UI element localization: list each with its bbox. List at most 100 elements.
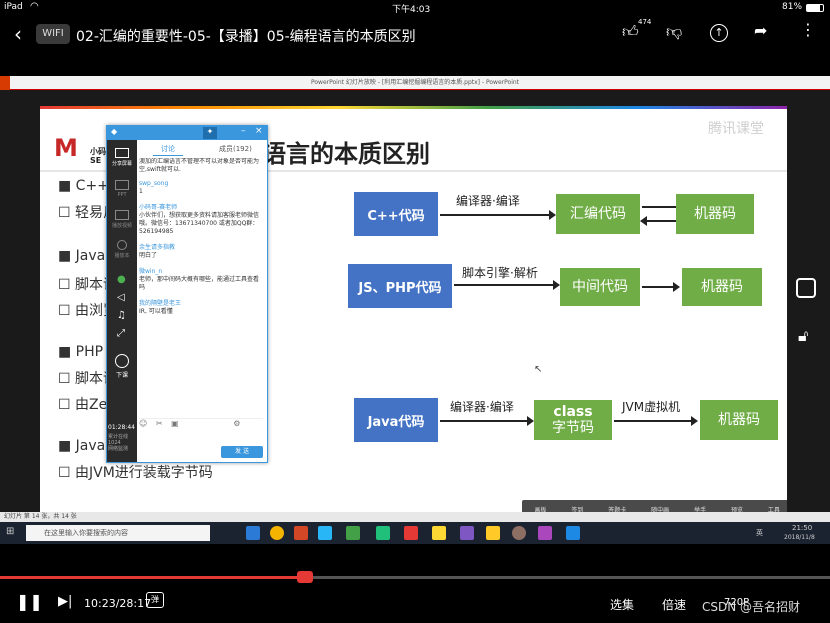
scissors-icon[interactable]: ✂ <box>156 419 163 428</box>
row2-step-label: 脚本引擎·解析 <box>462 266 538 280</box>
video-header: ‹ WIFI 02-汇编的重要性-05-【录播】05-编程语言的本质区别 👍︎ … <box>0 16 830 52</box>
chat-input-toolbar: ☺ ✂ ▣ ⚙ <box>139 418 263 430</box>
ppt-statusbar: 幻灯片 第 14 张，共 14 张 <box>0 512 830 522</box>
broadcast-icon[interactable] <box>117 240 127 250</box>
back-arrow-icon[interactable]: ‹ <box>14 22 22 46</box>
logo-subtext: SE <box>90 156 102 165</box>
message-author: 小码哥-赛老师 <box>139 204 178 211</box>
ppt-window-titlebar: PowerPoint 幻灯片放映 - [利用汇编挖掘编程语言的本质.pptx] … <box>0 76 830 90</box>
play-video-label: 播放视频 <box>111 223 132 229</box>
upload-icon[interactable]: ↑ <box>710 24 728 42</box>
row3-step-label: 编译器·编译 <box>450 400 514 414</box>
online-stats: 累计在线 1024 网络监测 <box>108 434 129 452</box>
ime-indicator[interactable]: 英 <box>756 528 763 538</box>
chat-titlebar: ◆ ✦ – × <box>107 126 267 140</box>
share-icon[interactable]: ➦ <box>754 21 767 40</box>
share-screen-icon[interactable] <box>115 148 129 158</box>
settings-gear-icon[interactable]: ⚙ <box>233 419 240 428</box>
tab-indicator <box>153 155 183 156</box>
bullet-java: ■ Java <box>58 438 106 454</box>
windows-start-icon[interactable]: ⊞ <box>6 526 14 537</box>
battery-percent: 81% <box>782 2 803 12</box>
wifi-icon: ◠ <box>30 1 39 12</box>
message-author: 余生请多指教 <box>139 244 176 251</box>
microphone-icon[interactable]: ● <box>117 274 126 285</box>
red-app-icon[interactable] <box>404 526 418 540</box>
message-text: 澳加的汇编语言不管理不可以对象是否可能为空,swift就可以. <box>139 158 260 173</box>
vscode-icon[interactable] <box>566 526 580 540</box>
taskbar-app-icon[interactable] <box>246 526 260 540</box>
visual-studio-icon[interactable] <box>460 526 474 540</box>
chat-message: 小码哥-赛老师 小伙伴们，想获取更多资料请加客服老师微信哦。微信号：136713… <box>139 204 263 236</box>
pause-icon[interactable]: ❚❚ <box>16 592 43 611</box>
video-title: 02-汇编的重要性-05-【录播】05-编程语言的本质区别 <box>76 29 416 45</box>
powerpoint-icon[interactable] <box>294 526 308 540</box>
emoji-icon[interactable]: ☺ <box>139 419 147 428</box>
send-button[interactable]: 发 送 <box>221 446 263 458</box>
chat-app-icon: ◆ <box>111 127 118 136</box>
play-video-icon[interactable] <box>115 210 129 220</box>
chat-message: 微win_n 老师，那中间码大概有哪些，能通过工具查看吗 <box>139 268 263 292</box>
chat-tabs: 讨论 成员(192) <box>137 140 267 156</box>
more-menu-icon[interactable]: ⋮ <box>800 20 816 39</box>
fullscreen-icon[interactable]: ⤢ <box>117 328 125 339</box>
message-text: IR, 可以看懂 <box>139 308 173 315</box>
row1-machine-code-box: 机器码 <box>676 194 754 234</box>
progress-knob[interactable] <box>297 571 314 583</box>
speed-button[interactable]: 倍速 <box>662 596 686 613</box>
java-code-box: Java代码 <box>354 398 438 442</box>
status-time: 下午4:03 <box>392 5 431 15</box>
settings-app-icon[interactable] <box>512 526 526 540</box>
asm-code-box: 汇编代码 <box>556 194 640 234</box>
folder-icon[interactable] <box>486 526 500 540</box>
thumbs-up-icon[interactable]: 👍︎ <box>622 22 639 42</box>
classroom-chat-panel: ◆ ✦ – × 分享屏幕 PPT 播放视频 播放本 ● ◁ ♫ ⤢ 下课 01:… <box>106 125 268 463</box>
phpstorm-icon[interactable] <box>538 526 552 540</box>
row2-machine-code-box: 机器码 <box>682 268 762 306</box>
bytecode-box: class 字节码 <box>534 400 612 440</box>
chrome-icon[interactable] <box>270 526 284 540</box>
message-author: 我的隔壁是老王 <box>139 300 182 307</box>
lock-icon[interactable]: 🔓︎ <box>798 326 808 346</box>
ppt-label: PPT <box>117 192 127 198</box>
js-php-code-box: JS、PHP代码 <box>348 264 452 308</box>
row2-arrow <box>454 280 560 290</box>
sublime-icon[interactable] <box>432 526 446 540</box>
tencent-class-icon[interactable] <box>318 526 332 540</box>
bullet-php: ■ PHP <box>58 344 104 360</box>
close-icon[interactable]: × <box>255 126 263 136</box>
pin-icon[interactable]: ✦ <box>203 127 217 139</box>
episode-select-button[interactable]: 选集 <box>610 596 634 613</box>
xcode-like-icon[interactable] <box>346 526 360 540</box>
end-class-icon[interactable] <box>115 354 129 368</box>
row3-machine-code-box: 机器码 <box>700 400 778 440</box>
tab-discussion[interactable]: 讨论 <box>161 144 175 154</box>
image-icon[interactable]: ▣ <box>171 419 179 428</box>
music-icon[interactable]: ♫ <box>117 310 126 321</box>
speaker-icon[interactable]: ◁ <box>117 292 125 303</box>
danmaku-icon[interactable]: 弹 <box>146 592 164 608</box>
message-author: swp_song <box>139 180 169 187</box>
end-class-label: 下课 <box>115 372 128 379</box>
video-frame[interactable]: PowerPoint 幻灯片放映 - [利用汇编挖掘编程语言的本质.pptx] … <box>0 76 830 544</box>
tab-members[interactable]: 成员(192) <box>219 144 252 154</box>
ppt-icon[interactable] <box>115 180 129 190</box>
next-icon[interactable]: ▶︎| <box>58 594 72 609</box>
minimize-icon[interactable]: – <box>241 126 246 136</box>
taskbar-search-input[interactable]: 在这里输入你要搜索的内容 <box>26 525 210 541</box>
battery-icon <box>806 4 824 12</box>
windows-taskbar: ⊞ 在这里输入你要搜索的内容 英 21:50 2018/11/8 <box>0 522 830 544</box>
slide-rainbow-top <box>40 106 787 109</box>
row3-step2-label: JVM虚拟机 <box>622 400 681 414</box>
row3-arrow <box>440 416 534 426</box>
message-text: 1 <box>139 188 143 195</box>
share-screen-label: 分享屏幕 <box>111 161 132 167</box>
taskbar-clock-time: 21:50 <box>792 524 813 532</box>
chat-message: swp_song 1 <box>139 180 263 196</box>
progress-fill <box>0 576 306 579</box>
ppt-app-icon <box>0 76 10 90</box>
row2-arrow-2 <box>642 282 680 292</box>
clion-icon[interactable] <box>376 526 390 540</box>
camera-icon[interactable] <box>796 278 816 298</box>
thumbs-down-icon[interactable]: 👎︎ <box>666 22 682 42</box>
